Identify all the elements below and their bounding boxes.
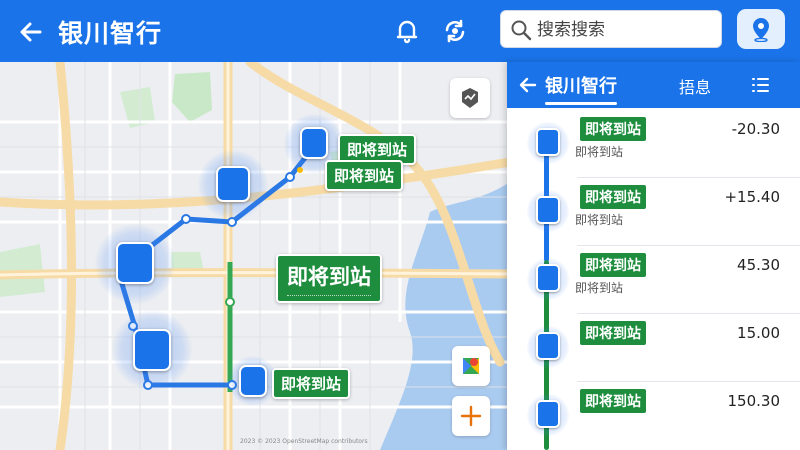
location-button[interactable] bbox=[737, 9, 785, 49]
arrival-time: -20.30 bbox=[731, 120, 780, 138]
list-icon[interactable] bbox=[749, 74, 771, 96]
bus-icon bbox=[536, 400, 560, 428]
arrival-row[interactable]: 即将到站 150.30 bbox=[507, 382, 800, 450]
sync-icon[interactable] bbox=[440, 16, 470, 46]
map-view[interactable]: 即将到站 即将到站 即将到站 即将到站 2023 © 2023 OpenStre… bbox=[0, 62, 510, 450]
bus-icon bbox=[216, 166, 250, 202]
bus-icon bbox=[536, 128, 560, 156]
arrival-row[interactable]: 即将到站 即将到站 45.30 bbox=[507, 246, 800, 314]
back-arrow-icon[interactable] bbox=[16, 17, 46, 47]
arrival-time: 45.30 bbox=[737, 256, 780, 274]
map-bus-marker[interactable] bbox=[228, 356, 278, 406]
arrival-label-large: 即将到站 bbox=[276, 254, 382, 303]
search-icon bbox=[510, 19, 532, 41]
arrival-time: 150.30 bbox=[727, 392, 781, 410]
bell-icon[interactable] bbox=[392, 16, 422, 46]
bus-icon bbox=[536, 196, 560, 224]
search-box[interactable] bbox=[500, 10, 722, 48]
arrival-status: 即将到站 bbox=[579, 116, 647, 142]
arrival-subtext: 即将到站 bbox=[575, 145, 624, 159]
arrival-status: 即将到站 bbox=[579, 184, 647, 210]
panel-title-tab[interactable]: 银川智行 bbox=[545, 72, 617, 98]
layers-button[interactable] bbox=[450, 78, 490, 118]
active-tab-indicator bbox=[545, 102, 617, 105]
search-input[interactable] bbox=[537, 15, 717, 45]
map-bus-marker[interactable] bbox=[95, 224, 175, 304]
arrival-label-text: 即将到站 bbox=[287, 265, 371, 289]
arrival-time: +15.40 bbox=[724, 188, 780, 206]
arrival-row[interactable]: 即将到站 15.00 bbox=[507, 314, 800, 382]
arrival-status: 即将到站 bbox=[579, 388, 647, 414]
arrival-time: 15.00 bbox=[737, 324, 780, 342]
plus-icon bbox=[460, 405, 482, 427]
arrival-panel: 银川智行 捂息 即将到站 即将到站 -20.30 即将到站 即将到站 +15.4… bbox=[507, 62, 800, 450]
map-bus-marker[interactable] bbox=[112, 310, 192, 390]
arrival-label: 即将到站 bbox=[272, 368, 351, 399]
panel-tab-info[interactable]: 捂息 bbox=[679, 74, 711, 98]
bus-icon bbox=[116, 242, 154, 284]
arrival-subtext: 即将到站 bbox=[575, 213, 624, 227]
bus-icon bbox=[133, 329, 171, 371]
bus-icon bbox=[536, 332, 560, 360]
arrival-label: 即将到站 bbox=[325, 160, 404, 191]
top-app-bar: 银川智行 bbox=[0, 0, 800, 62]
arrival-subtext: 即将到站 bbox=[575, 281, 624, 295]
google-maps-icon bbox=[463, 358, 479, 374]
layers-icon bbox=[462, 88, 478, 108]
bus-icon bbox=[536, 264, 560, 292]
arrival-status: 即将到站 bbox=[579, 320, 647, 346]
arrival-row[interactable]: 即将到站 即将到站 -20.30 bbox=[507, 110, 800, 178]
arrival-row[interactable]: 即将到站 即将到站 +15.40 bbox=[507, 178, 800, 246]
zoom-in-button[interactable] bbox=[452, 396, 490, 436]
map-attribution: 2023 © 2023 OpenStreetMap contributors bbox=[240, 438, 368, 445]
bus-icon bbox=[239, 365, 267, 397]
arrival-status: 即将到站 bbox=[579, 252, 647, 278]
panel-header: 银川智行 捂息 bbox=[507, 62, 800, 108]
panel-back-arrow-icon[interactable] bbox=[517, 74, 539, 96]
app-title: 银川智行 bbox=[58, 19, 163, 48]
map-bus-marker[interactable] bbox=[198, 150, 268, 220]
bus-icon bbox=[300, 127, 328, 159]
google-maps-button[interactable] bbox=[452, 346, 490, 386]
location-pin-icon bbox=[753, 18, 769, 42]
